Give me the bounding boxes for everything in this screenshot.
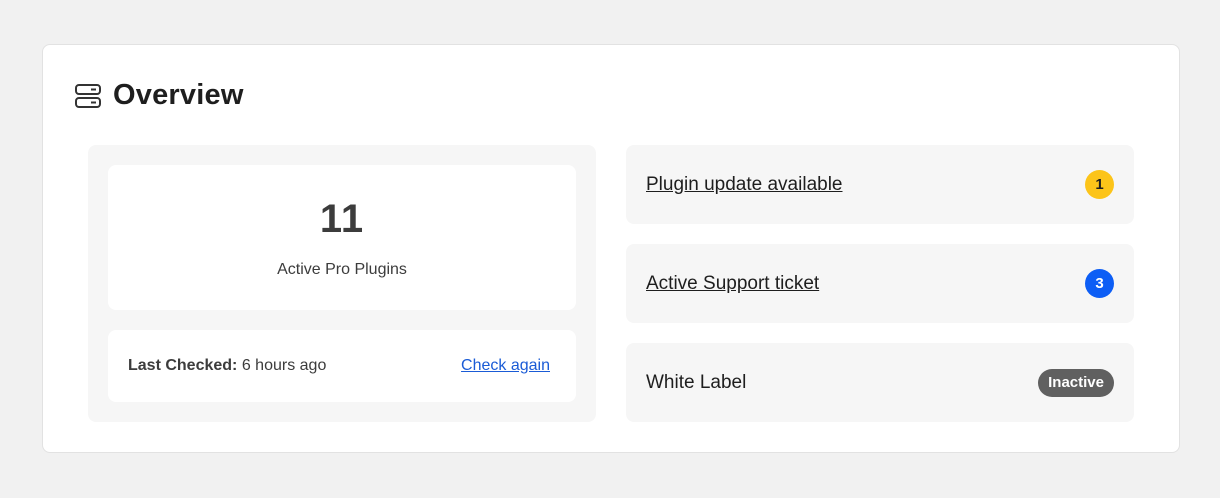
overview-card: Overview 11 Active Pro Plugins Last Chec… [42,44,1180,453]
last-checked-box: Last Checked: 6 hours ago Check again [108,330,576,402]
last-checked-label: Last Checked: [128,357,238,374]
active-plugins-count: 11 [319,197,365,241]
plugin-update-link[interactable]: Plugin update available [646,174,843,196]
server-icon [75,83,101,108]
support-ticket-row: Active Support ticket 3 [626,244,1134,323]
support-ticket-link[interactable]: Active Support ticket [646,273,819,295]
status-list: Plugin update available 1 Active Support… [626,145,1134,442]
white-label-label: White Label [646,371,747,393]
plugin-update-count-badge: 1 [1085,170,1114,199]
plugins-summary-panel: 11 Active Pro Plugins Last Checked: 6 ho… [88,145,596,422]
plugin-update-row: Plugin update available 1 [626,145,1134,224]
active-plugins-stat: 11 Active Pro Plugins [108,165,576,310]
page-title: Overview [113,79,244,111]
last-checked-text: Last Checked: 6 hours ago [128,357,326,375]
check-again-link[interactable]: Check again [461,357,550,375]
active-plugins-label: Active Pro Plugins [277,261,407,278]
support-ticket-count-badge: 3 [1085,269,1114,298]
white-label-status-badge: Inactive [1038,368,1114,397]
card-header: Overview [75,79,244,112]
white-label-row: White Label Inactive [626,343,1134,422]
last-checked-value: 6 hours ago [241,357,327,374]
